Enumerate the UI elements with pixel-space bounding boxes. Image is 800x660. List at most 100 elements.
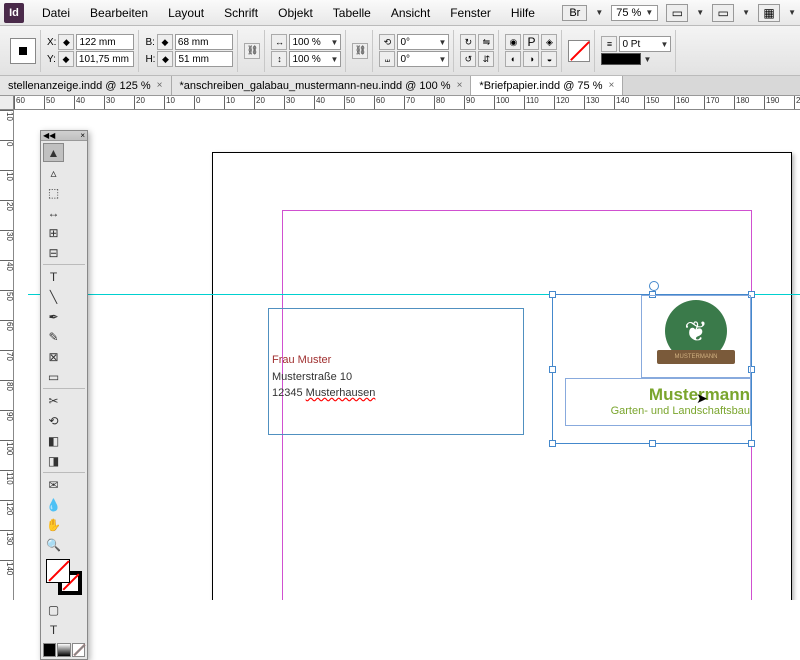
rotate-handle[interactable] (649, 281, 659, 291)
menu-fenster[interactable]: Fenster (440, 6, 501, 20)
bridge-button[interactable]: Br (562, 5, 587, 21)
stepper-icon[interactable]: ◆ (157, 34, 173, 50)
view-mode-button[interactable]: ▭ (666, 4, 688, 22)
company-frame[interactable]: ❦ MUSTERMANN Mustermann Garten- und Land… (552, 294, 752, 444)
control-bar: X:◆ Y:◆ B:◆ H:◆ ⛓ ↔100 %▼ ↕100 %▼ ⛓ ⟲0°▼… (0, 26, 800, 76)
line-tool[interactable]: ╲ (43, 287, 64, 306)
eyedropper-tool[interactable]: 💧 (43, 495, 64, 514)
canvas[interactable]: Frau Muster Musterstraße 10 12345 Muster… (14, 110, 800, 600)
document-tab[interactable]: *anschreiben_galabau_mustermann-neu.indd… (172, 76, 472, 95)
menu-tabelle[interactable]: Tabelle (323, 6, 381, 20)
fill-stroke-control[interactable] (46, 559, 82, 595)
pen-tool[interactable]: ✒ (43, 307, 64, 326)
close-icon[interactable]: × (457, 80, 463, 91)
misc-icon[interactable]: ◒ (541, 51, 557, 67)
close-icon[interactable]: × (609, 80, 615, 91)
document-tab[interactable]: *Briefpapier.indd @ 75 %× (471, 76, 623, 95)
select-container-icon[interactable]: P (523, 34, 539, 50)
gradient-swatch-tool[interactable]: ◧ (43, 431, 64, 450)
hand-tool[interactable]: ✋ (43, 515, 64, 534)
tools-panel[interactable]: ◀◀× ▲ ▵ ⬚ ↔ ⊞ ⊟ T ╲ ✒ ✎ ⊠ ▭ ✂ ⟲ ◧ ◨ ✉ 💧 … (40, 130, 88, 660)
apply-color-tool[interactable]: ▢ (43, 600, 64, 619)
resize-handle[interactable] (549, 366, 556, 373)
misc-icon[interactable]: ◈ (541, 34, 557, 50)
chevron-down-icon: ▼ (595, 8, 603, 17)
gap-tool[interactable]: ↔ (43, 203, 64, 222)
menu-ansicht[interactable]: Ansicht (381, 6, 440, 20)
logo-icon: ❦ MUSTERMANN (665, 300, 727, 362)
stepper-icon[interactable]: ◆ (58, 34, 74, 50)
address-line1: Frau Muster (272, 352, 520, 369)
reference-point[interactable] (10, 38, 36, 64)
color-mode[interactable] (41, 641, 87, 659)
misc-icon[interactable]: ◑ (523, 51, 539, 67)
flip-h-icon[interactable]: ⇋ (478, 34, 494, 50)
menu-bar: Id DateiBearbeitenLayoutSchriftObjektTab… (0, 0, 800, 26)
selection-tool[interactable]: ▲ (43, 143, 64, 162)
menu-layout[interactable]: Layout (158, 6, 214, 20)
select-content-icon[interactable]: ◉ (505, 34, 521, 50)
horizontal-ruler[interactable]: 6050403020100102030405060708090100110120… (14, 96, 800, 110)
menu-bearbeiten[interactable]: Bearbeiten (80, 6, 158, 20)
scale-y-combo[interactable]: 100 %▼ (289, 51, 341, 67)
stroke-style[interactable] (601, 53, 641, 65)
scissors-tool[interactable]: ✂ (43, 391, 64, 410)
document-tab[interactable]: stellenanzeige.indd @ 125 %× (0, 76, 172, 95)
address-frame[interactable]: Frau Muster Musterstraße 10 12345 Muster… (268, 308, 524, 435)
stepper-icon[interactable]: ◆ (157, 51, 173, 67)
fill-swatch[interactable] (568, 40, 590, 62)
frame-tool[interactable]: ⊠ (43, 347, 64, 366)
scale-x-combo[interactable]: 100 %▼ (289, 34, 341, 50)
link-icon[interactable]: ⛓ (244, 43, 260, 59)
direct-select-tool[interactable]: ▵ (43, 163, 64, 182)
menu-schrift[interactable]: Schrift (214, 6, 268, 20)
menu-objekt[interactable]: Objekt (268, 6, 323, 20)
screen-mode-button[interactable]: ▭ (712, 4, 734, 22)
resize-handle[interactable] (549, 440, 556, 447)
resize-handle[interactable] (649, 440, 656, 447)
document-tabs: stellenanzeige.indd @ 125 %×*anschreiben… (0, 76, 800, 96)
y-input[interactable] (76, 51, 134, 67)
rotate-cw-icon[interactable]: ↻ (460, 34, 476, 50)
arrange-button[interactable]: ▦ (758, 4, 780, 22)
rotate-ccw-icon[interactable]: ↺ (460, 51, 476, 67)
flip-v-icon[interactable]: ⇵ (478, 51, 494, 67)
logo-frame[interactable]: ❦ MUSTERMANN (641, 295, 751, 378)
ruler-origin[interactable] (0, 96, 14, 110)
stepper-icon[interactable]: ◆ (58, 51, 74, 67)
gradient-feather-tool[interactable]: ◨ (43, 451, 64, 470)
scale-y-icon: ↕ (271, 51, 287, 67)
link-icon[interactable]: ⛓ (352, 43, 368, 59)
shear-icon: ⧢ (379, 51, 395, 67)
shear-combo[interactable]: 0°▼ (397, 51, 449, 67)
note-tool[interactable]: ✉ (43, 475, 64, 494)
close-icon[interactable]: × (157, 80, 163, 91)
pencil-tool[interactable]: ✎ (43, 327, 64, 346)
vertical-ruler[interactable]: 100102030405060708090100110120130140 (0, 110, 14, 600)
w-input[interactable] (175, 34, 233, 50)
apply-text-tool[interactable]: T (43, 620, 64, 639)
resize-handle[interactable] (549, 291, 556, 298)
company-name: Mustermann (566, 385, 750, 405)
company-subtitle: Garten- und Landschaftsbau (566, 405, 750, 417)
misc-icon[interactable]: ◐ (505, 51, 521, 67)
menu-hilfe[interactable]: Hilfe (501, 6, 545, 20)
page-tool[interactable]: ⬚ (43, 183, 64, 202)
h-input[interactable] (175, 51, 233, 67)
content-tool[interactable]: ⊞ (43, 223, 64, 242)
address-line2: Musterstraße 10 (272, 369, 520, 386)
content-tool-2[interactable]: ⊟ (43, 243, 64, 262)
zoom-tool[interactable]: 🔍 (43, 535, 64, 554)
type-tool[interactable]: T (43, 267, 64, 286)
rotation-combo[interactable]: 0°▼ (397, 34, 449, 50)
resize-handle[interactable] (748, 440, 755, 447)
transform-tool[interactable]: ⟲ (43, 411, 64, 430)
rectangle-tool[interactable]: ▭ (43, 367, 64, 386)
company-text-frame[interactable]: Mustermann Garten- und Landschaftsbau (565, 378, 751, 426)
menu-datei[interactable]: Datei (32, 6, 80, 20)
panel-header[interactable]: ◀◀× (41, 131, 87, 141)
x-input[interactable] (76, 34, 134, 50)
rotate-icon: ⟲ (379, 34, 395, 50)
zoom-combo[interactable]: 75 %▼ (611, 5, 658, 21)
stroke-weight-combo[interactable]: 0 Pt▼ (619, 36, 671, 52)
